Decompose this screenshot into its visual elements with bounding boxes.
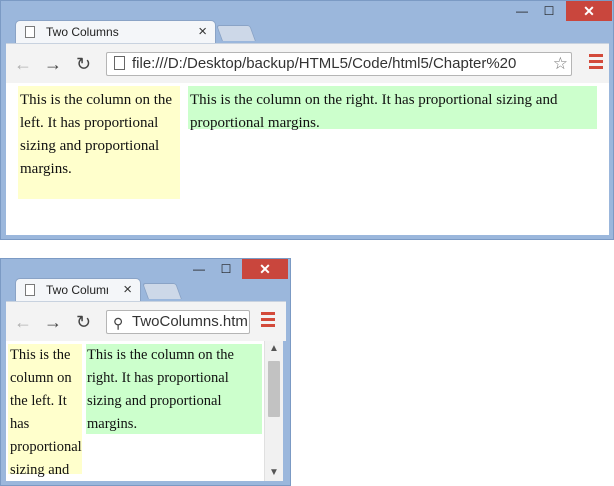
tab-two-columns[interactable]: Two Columns × (15, 278, 141, 302)
address-text: file:///D:/Desktop/backup/HTML5/Code/htm… (132, 55, 517, 72)
tab-close-icon[interactable]: × (198, 23, 207, 41)
right-column: This is the column on the right. It has … (86, 344, 262, 434)
minimize-button[interactable]: — (510, 1, 534, 21)
close-window-button[interactable]: ✕ (242, 259, 288, 279)
reload-button[interactable]: ↻ (76, 312, 91, 332)
reload-button[interactable]: ↻ (76, 54, 91, 74)
scroll-up-icon[interactable]: ▲ (265, 341, 283, 357)
back-button[interactable]: ← (14, 54, 32, 74)
left-column: This is the column on the left. It has p… (18, 86, 180, 199)
address-text: TwoColumns.htm (132, 313, 248, 330)
scrollbar-thumb[interactable] (268, 361, 280, 417)
menu-icon[interactable] (589, 54, 603, 72)
address-bar[interactable]: file:///D:/Desktop/backup/HTML5/Code/htm… (106, 52, 572, 76)
page-icon (25, 284, 35, 296)
back-button[interactable]: ← (14, 312, 32, 332)
forward-button[interactable]: → (44, 54, 62, 74)
forward-button[interactable]: → (44, 312, 62, 332)
new-tab-button[interactable] (216, 25, 256, 41)
left-column: This is the column on the left. It has p… (8, 344, 82, 478)
maximize-button[interactable]: ☐ (537, 1, 561, 21)
minimize-button[interactable]: — (187, 259, 211, 279)
right-column: This is the column on the right. It has … (188, 86, 597, 131)
search-icon: ⚲ (113, 315, 124, 331)
file-icon (114, 56, 125, 70)
close-window-button[interactable]: ✕ (566, 1, 612, 21)
browser-window-small: Two Columns × — ☐ ✕ ← → ↻ ⚲ TwoColumns.h… (0, 258, 291, 486)
page-viewport: This is the column on the left. It has p… (6, 341, 264, 481)
maximize-button[interactable]: ☐ (214, 259, 238, 279)
page-icon (25, 26, 35, 38)
scroll-down-icon[interactable]: ▼ (265, 465, 283, 481)
browser-window-large: Two Columns × — ☐ ✕ ← → ↻ file:///D:/Des… (0, 0, 614, 240)
tab-close-icon[interactable]: × (123, 281, 132, 299)
vertical-scrollbar[interactable]: ▲ ▼ (264, 341, 283, 481)
address-bar[interactable]: ⚲ TwoColumns.htm (106, 310, 250, 334)
page-viewport: This is the column on the left. It has p… (6, 83, 609, 235)
bookmark-star-icon[interactable]: ☆ (553, 53, 568, 75)
tab-two-columns[interactable]: Two Columns × (15, 20, 216, 44)
browser-toolbar: ← → ↻ ⚲ TwoColumns.htm (6, 301, 286, 341)
tab-title: Two Columns (46, 25, 119, 39)
browser-toolbar: ← → ↻ file:///D:/Desktop/backup/HTML5/Co… (6, 43, 609, 83)
new-tab-button[interactable] (142, 283, 182, 299)
menu-icon[interactable] (261, 312, 275, 330)
tab-title: Two Columns (46, 283, 108, 297)
